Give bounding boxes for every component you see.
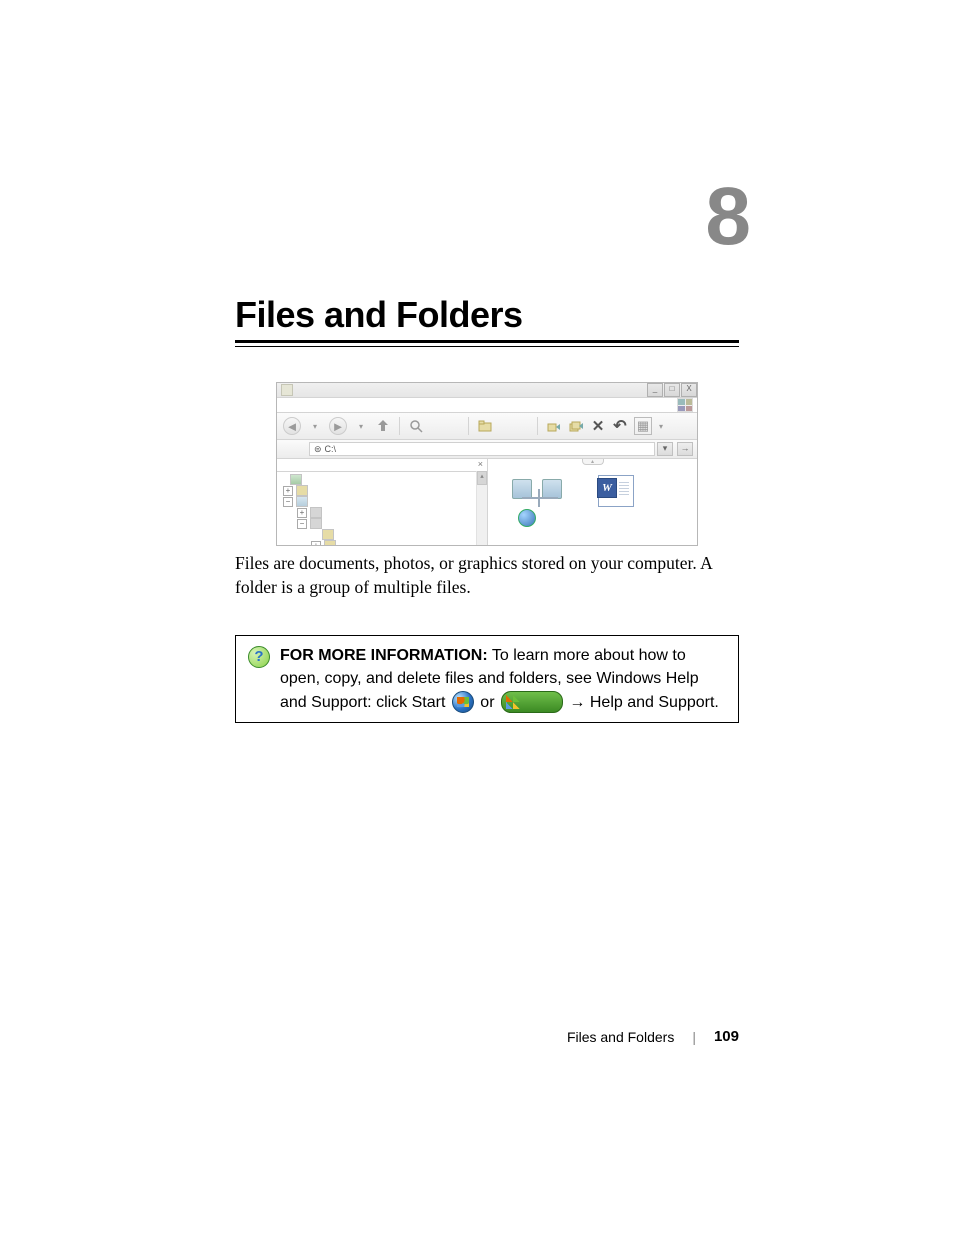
addressbar: ⊜ C:\ ▾ →: [277, 440, 697, 459]
network-places-icon[interactable]: [506, 477, 578, 525]
folders-tree-panel: × ▴ + − + − +: [277, 459, 488, 545]
collapse-tab[interactable]: ▴: [582, 459, 604, 465]
info-label: FOR MORE INFORMATION:: [280, 647, 488, 664]
back-icon[interactable]: ◄: [283, 417, 301, 435]
address-dropdown-button[interactable]: ▾: [657, 442, 673, 456]
chapter-number: 8: [235, 170, 745, 264]
plus-icon[interactable]: +: [283, 486, 293, 496]
up-icon[interactable]: [375, 418, 391, 434]
chapter-title: Files and Folders: [235, 294, 739, 336]
minus-icon[interactable]: −: [297, 519, 307, 529]
footer-separator: |: [692, 1029, 696, 1045]
views-dropdown-icon[interactable]: ▾: [658, 418, 664, 434]
drive-icon: [310, 518, 322, 529]
info-help-support: Help and Support.: [590, 694, 719, 711]
toolbar: ◄ ▾ ► ▾ ✕ ↶ ▦: [277, 413, 697, 440]
info-arrow: →: [565, 694, 590, 711]
tree-scrollbar[interactable]: ▴: [476, 471, 487, 545]
toolbar-separator: [399, 417, 400, 435]
folder-icon: [324, 540, 336, 545]
word-badge-icon: W: [597, 478, 617, 498]
information-box: ? FOR MORE INFORMATION: To learn more ab…: [235, 635, 739, 723]
help-icon: ?: [248, 646, 270, 668]
minimize-button[interactable]: _: [647, 383, 663, 397]
tree-item-desktop[interactable]: [279, 474, 487, 485]
address-path: C:\: [325, 444, 337, 454]
folder-icon: [322, 529, 334, 540]
folders-icon[interactable]: [477, 418, 493, 434]
drive-icon: ⊜: [314, 444, 322, 455]
globe-icon: [518, 509, 536, 527]
delete-icon[interactable]: ✕: [590, 418, 606, 434]
toolbar-separator: [537, 417, 538, 435]
toolbar-separator: [468, 417, 469, 435]
explorer-body: × ▴ + − + − + ▴: [277, 459, 697, 545]
tree-items: + − + − +: [277, 472, 487, 545]
app-icon: [281, 384, 293, 396]
windows-logo-icon: [677, 398, 693, 412]
vista-start-orb-icon: [452, 691, 474, 713]
close-button[interactable]: X: [681, 383, 697, 397]
page-footer: Files and Folders | 109: [567, 1028, 739, 1045]
tree-item-my-documents[interactable]: +: [279, 485, 487, 496]
xp-start-button-icon: [501, 691, 563, 713]
word-document-icon[interactable]: W: [598, 475, 634, 507]
tree-item-drive[interactable]: −: [279, 518, 487, 529]
desktop-icon: [290, 474, 302, 485]
tree-item-my-computer[interactable]: −: [279, 496, 487, 507]
move-to-icon[interactable]: [546, 418, 562, 434]
plus-icon[interactable]: +: [311, 541, 321, 546]
folder-icon: [296, 485, 308, 496]
drive-icon: [310, 507, 322, 518]
go-button[interactable]: →: [677, 442, 693, 456]
info-or: or: [476, 694, 499, 711]
footer-section: Files and Folders: [567, 1029, 674, 1045]
views-icon[interactable]: ▦: [634, 417, 652, 435]
search-icon[interactable]: [408, 418, 424, 434]
body-paragraph: Files are documents, photos, or graphics…: [235, 552, 739, 599]
tree-item-folder[interactable]: [279, 529, 487, 540]
tree-item-folder[interactable]: +: [279, 540, 487, 545]
tree-item-drive[interactable]: +: [279, 507, 487, 518]
minus-icon[interactable]: −: [283, 497, 293, 507]
title-rule: [235, 340, 739, 347]
computer-icon: [296, 496, 308, 507]
copy-to-icon[interactable]: [568, 418, 584, 434]
back-dropdown-icon[interactable]: ▾: [307, 418, 323, 434]
tree-close-button[interactable]: ×: [277, 459, 487, 472]
titlebar: _ □ X: [277, 383, 697, 398]
scroll-up-button[interactable]: ▴: [477, 471, 487, 485]
content-panel: ▴ W: [488, 459, 697, 545]
forward-icon[interactable]: ►: [329, 417, 347, 435]
page-number: 109: [714, 1028, 739, 1045]
explorer-screenshot: _ □ X ◄ ▾ ► ▾: [276, 382, 698, 546]
menubar: [277, 398, 697, 413]
address-input[interactable]: ⊜ C:\: [309, 442, 655, 456]
undo-icon[interactable]: ↶: [612, 418, 628, 434]
info-text: FOR MORE INFORMATION: To learn more abou…: [280, 644, 726, 714]
plus-icon[interactable]: +: [297, 508, 307, 518]
forward-dropdown-icon[interactable]: ▾: [353, 418, 369, 434]
maximize-button[interactable]: □: [664, 383, 680, 397]
